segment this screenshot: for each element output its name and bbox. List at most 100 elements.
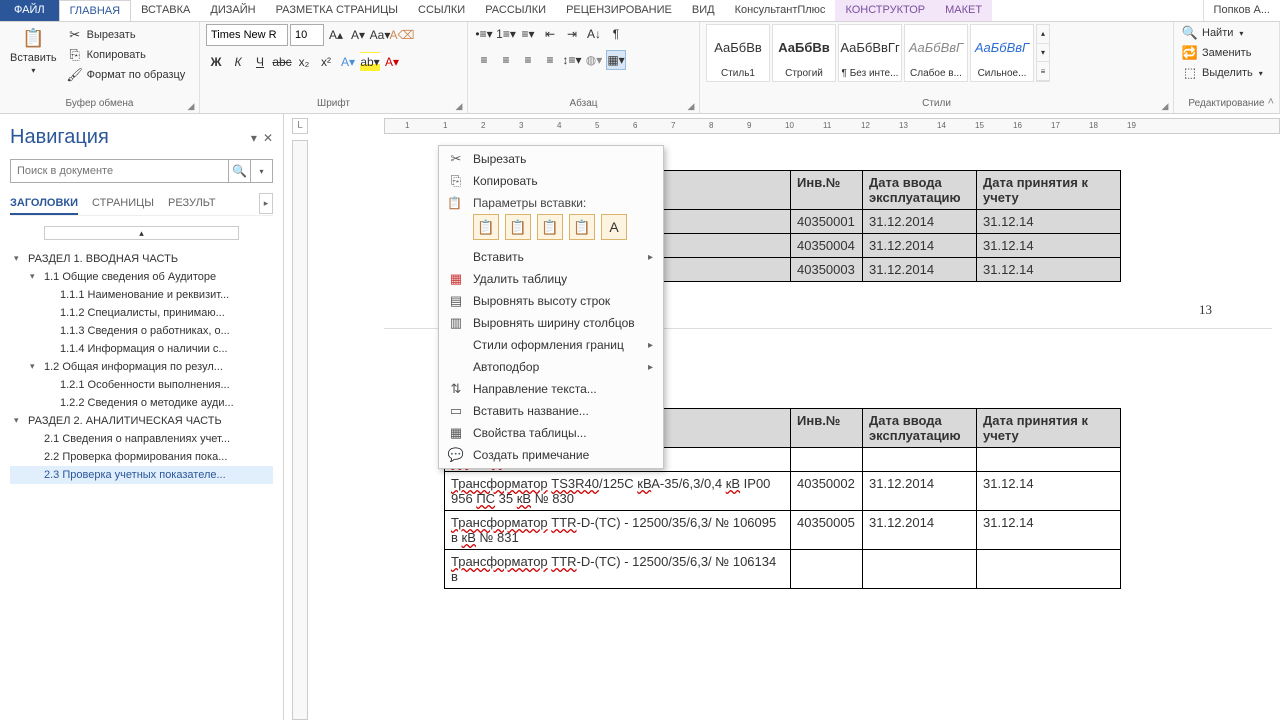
table-cell[interactable]: 31.12.14 (977, 234, 1121, 258)
paste-merge-formatting[interactable]: 📋 (505, 214, 531, 240)
inc-indent-button[interactable]: ⇥ (562, 24, 582, 44)
cm-copy[interactable]: ⎘Копировать (439, 170, 663, 192)
tree-item[interactable]: 1.1.2 Специалисты, принимаю... (10, 304, 273, 322)
table-cell[interactable]: Трансформатор TTR-D-(TC) - 12500/35/6,3/… (445, 511, 791, 550)
highlight-button[interactable]: ab▾ (360, 52, 380, 72)
italic-button[interactable]: К (228, 52, 248, 72)
nav-tabs-more[interactable]: ▸ (259, 193, 273, 214)
dec-indent-button[interactable]: ⇤ (540, 24, 560, 44)
table-cell[interactable]: Трансформатор TTR-D-(TC) - 12500/35/6,3/… (445, 550, 791, 589)
cm-border-styles[interactable]: Стили оформления границ▸ (439, 334, 663, 356)
paste-button[interactable]: 📋 Вставить ▾ (6, 24, 61, 77)
table-cell[interactable]: 40350002 (791, 472, 863, 511)
nav-tab-pages[interactable]: СТРАНИЦЫ (92, 193, 154, 215)
nav-tab-headings[interactable]: ЗАГОЛОВКИ (10, 193, 78, 215)
tree-item[interactable]: 1.2.2 Сведения о методике ауди... (10, 394, 273, 412)
tab-home[interactable]: ГЛАВНАЯ (59, 0, 131, 21)
user-menu[interactable]: Попков А... (1203, 0, 1280, 21)
cm-autofit[interactable]: Автоподбор▸ (439, 356, 663, 378)
clipboard-launcher[interactable]: ◢ (185, 99, 197, 111)
table-cell[interactable]: 31.12.2014 (863, 511, 977, 550)
tree-item[interactable]: ▾РАЗДЕЛ 2. АНАЛИТИЧЕСКАЯ ЧАСТЬ (10, 412, 273, 430)
justify-button[interactable]: ≡ (540, 50, 560, 70)
tab-page-layout[interactable]: РАЗМЕТКА СТРАНИЦЫ (266, 0, 408, 21)
font-color-button[interactable]: A▾ (382, 52, 402, 72)
grow-font-button[interactable]: A▴ (326, 25, 346, 45)
search-dropdown[interactable]: ▾ (250, 160, 272, 182)
tab-view[interactable]: ВИД (682, 0, 725, 21)
show-marks-button[interactable]: ¶ (606, 24, 626, 44)
tab-review[interactable]: РЕЦЕНЗИРОВАНИЕ (556, 0, 682, 21)
table-cell[interactable] (863, 550, 977, 589)
font-name-input[interactable] (206, 24, 288, 46)
ruler-corner[interactable]: L (292, 118, 308, 134)
styles-gallery[interactable]: АаБбВвСтиль1 АаБбВвСтрогий АаБбВвГг¶ Без… (706, 24, 1050, 82)
tab-design[interactable]: ДИЗАЙН (200, 0, 265, 21)
table-cell[interactable]: 31.12.14 (977, 511, 1121, 550)
copy-button[interactable]: ⎘Копировать (65, 46, 188, 64)
table-cell[interactable]: 40350003 (791, 258, 863, 282)
sort-button[interactable]: A↓ (584, 24, 604, 44)
paste-as-picture[interactable]: 📋 (537, 214, 563, 240)
table-cell[interactable]: Трансформатор TS3R40/125С кВА-35/6,3/0,4… (445, 472, 791, 511)
select-button[interactable]: ⬚Выделить▾ (1180, 64, 1265, 82)
numbering-button[interactable]: 1≡▾ (496, 24, 516, 44)
table-cell[interactable]: 40350004 (791, 234, 863, 258)
tree-item[interactable]: 1.1.4 Информация о наличии с... (10, 340, 273, 358)
nav-tab-results[interactable]: РЕЗУЛЬТ (168, 193, 216, 215)
nav-close-button[interactable]: ✕ (263, 131, 273, 145)
cm-delete-table[interactable]: ▦Удалить таблицу (439, 268, 663, 290)
table-cell[interactable]: 31.12.2014 (863, 210, 977, 234)
subscript-button[interactable]: x₂ (294, 52, 314, 72)
cm-new-comment[interactable]: 💬Создать примечание (439, 444, 663, 466)
nav-collapse-all[interactable]: ▴ (44, 226, 239, 240)
replace-button[interactable]: 🔁Заменить (1180, 44, 1253, 62)
table-cell[interactable]: 31.12.2014 (863, 258, 977, 282)
shading-button[interactable]: ◍▾ (584, 50, 604, 70)
table-cell[interactable]: 31.12.14 (977, 472, 1121, 511)
tree-item[interactable]: ▾1.1 Общие сведения об Аудиторе (10, 268, 273, 286)
bold-button[interactable]: Ж (206, 52, 226, 72)
tree-item[interactable]: ▾1.2 Общая информация по резул... (10, 358, 273, 376)
paste-keep-formatting[interactable]: 📋 (473, 214, 499, 240)
styles-scroll[interactable]: ▴▾≡ (1036, 24, 1050, 82)
tree-item[interactable]: 1.1.1 Наименование и реквизит... (10, 286, 273, 304)
tree-item[interactable]: 2.3 Проверка учетных показателе... (10, 466, 273, 484)
style-strong[interactable]: АаБбВвСтрогий (772, 24, 836, 82)
table-cell[interactable] (977, 448, 1121, 472)
tree-item[interactable]: 2.1 Сведения о направлениях учет... (10, 430, 273, 448)
cm-cut[interactable]: ✂Вырезать (439, 148, 663, 170)
line-spacing-button[interactable]: ↕≡▾ (562, 50, 582, 70)
styles-launcher[interactable]: ◢ (1159, 99, 1171, 111)
align-right-button[interactable]: ≡ (518, 50, 538, 70)
find-button[interactable]: 🔍Найти▾ (1180, 24, 1245, 42)
search-icon[interactable]: 🔍 (228, 160, 250, 182)
change-case-button[interactable]: Aa▾ (370, 25, 390, 45)
cm-distribute-cols[interactable]: ▥Выровнять ширину столбцов (439, 312, 663, 334)
tab-table-layout[interactable]: МАКЕТ (935, 0, 992, 21)
table-cell[interactable] (791, 550, 863, 589)
style-no-spacing[interactable]: АаБбВвГг¶ Без инте... (838, 24, 902, 82)
cm-distribute-rows[interactable]: ▤Выровнять высоту строк (439, 290, 663, 312)
cm-insert-caption[interactable]: ▭Вставить название... (439, 400, 663, 422)
font-size-input[interactable] (290, 24, 324, 46)
paragraph-launcher[interactable]: ◢ (685, 99, 697, 111)
paste-nest-table[interactable]: 📋 (569, 214, 595, 240)
borders-button[interactable]: ▦▾ (606, 50, 626, 70)
cut-button[interactable]: ✂Вырезать (65, 26, 188, 44)
collapse-ribbon-button[interactable]: ˄ (1268, 96, 1274, 108)
superscript-button[interactable]: x² (316, 52, 336, 72)
align-left-button[interactable]: ≡ (474, 50, 494, 70)
table-cell[interactable]: 40350005 (791, 511, 863, 550)
font-launcher[interactable]: ◢ (453, 99, 465, 111)
style-intense-emph[interactable]: АаБбВвГСильное... (970, 24, 1034, 82)
table-cell[interactable] (863, 448, 977, 472)
clear-format-button[interactable]: A⌫ (392, 25, 412, 45)
cm-text-direction[interactable]: ⇅Направление текста... (439, 378, 663, 400)
align-center-button[interactable]: ≡ (496, 50, 516, 70)
text-effects-button[interactable]: A▾ (338, 52, 358, 72)
tab-references[interactable]: ССЫЛКИ (408, 0, 475, 21)
table-cell[interactable]: 31.12.2014 (863, 472, 977, 511)
vertical-ruler[interactable] (292, 140, 308, 720)
table-cell[interactable]: 31.12.14 (977, 258, 1121, 282)
